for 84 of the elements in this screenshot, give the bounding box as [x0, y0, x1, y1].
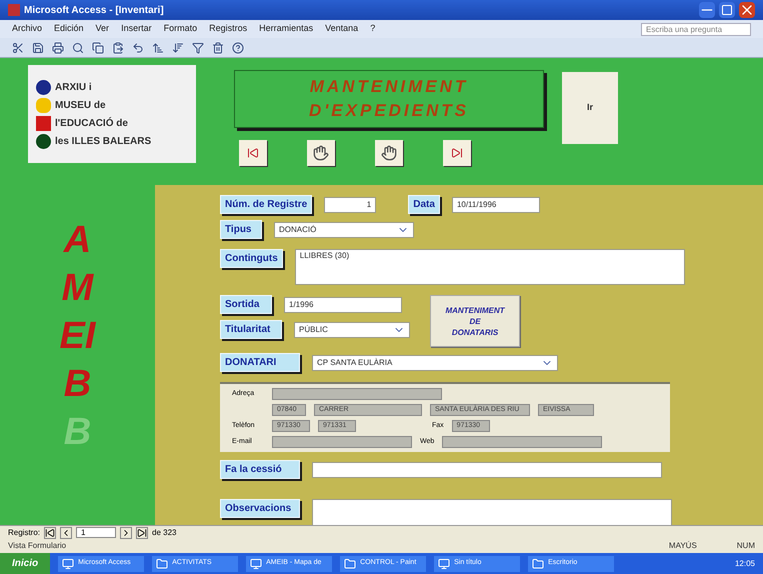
last-record-icon[interactable]	[136, 526, 148, 538]
save-icon[interactable]	[32, 42, 44, 54]
menu-item[interactable]: Edición	[54, 22, 84, 36]
last-record-icon	[451, 147, 463, 159]
next-record-icon[interactable]	[120, 526, 132, 538]
close-icon[interactable]	[739, 2, 755, 18]
field-label: Núm. de Registre	[220, 195, 312, 214]
contents-field[interactable]: LLIBRES (30)	[294, 249, 685, 285]
window-icon	[438, 558, 450, 570]
search-icon[interactable]	[72, 42, 84, 54]
logo-text: l'EDUCACIÓ de	[55, 116, 128, 130]
type-dropdown[interactable]: DONACIÓ	[274, 222, 414, 238]
menu-item[interactable]: ?	[370, 22, 376, 36]
record-nav-button[interactable]	[239, 140, 267, 166]
logo-text: MUSEU de	[55, 98, 106, 112]
filter-icon[interactable]	[192, 42, 204, 54]
field-label: Sortida	[220, 295, 272, 314]
form-title: MANTENIMENT	[310, 76, 468, 98]
recipient-dropdown[interactable]: CP SANTA EULÀRIA	[312, 354, 558, 370]
logo-text: ARXIU i	[55, 80, 92, 94]
menu-item[interactable]: Herramientas	[259, 22, 314, 36]
status-indicator: MAYÚS	[668, 540, 697, 552]
record-total: de 323	[152, 526, 176, 538]
sort-descending-icon[interactable]	[172, 42, 184, 54]
menu-item[interactable]: Formato	[164, 22, 198, 36]
window-icon	[62, 558, 74, 570]
status-indicator: NUM	[736, 540, 755, 552]
status-text: Vista Formulario	[8, 540, 68, 552]
help-search-field[interactable]: Escriba una pregunta	[641, 22, 751, 36]
minimize-icon[interactable]	[699, 2, 715, 18]
help-icon[interactable]	[232, 42, 244, 54]
record-number-field[interactable]: 1	[76, 527, 116, 538]
recipients-button[interactable]: MANTENIMENT DE DONATARIS	[430, 295, 520, 347]
menu-item[interactable]: Archivo	[12, 22, 42, 36]
window-icon	[250, 558, 262, 570]
window-title: Microsoft Access - [Inventari]	[24, 4, 165, 18]
undo-icon[interactable]	[132, 42, 144, 54]
side-letter: B	[64, 364, 92, 404]
maximize-icon[interactable]	[719, 2, 735, 18]
field-label: Tipus	[220, 220, 262, 239]
clock: 12:05	[734, 558, 755, 570]
ownership-dropdown[interactable]: PÚBLIC	[294, 322, 410, 338]
folder-icon	[532, 558, 544, 570]
field-label: Continguts	[220, 249, 283, 268]
field-label: Observacions	[220, 499, 300, 518]
record-label: Registro:	[8, 526, 40, 538]
record-nav-button[interactable]	[375, 140, 403, 166]
field-label: Fa la cessió	[220, 460, 300, 479]
field-label: DONATARI	[220, 353, 300, 372]
transfer-field[interactable]	[312, 462, 662, 478]
record-nav-button[interactable]	[443, 140, 471, 166]
hand-right-icon	[381, 145, 397, 161]
previous-record-icon[interactable]	[60, 526, 72, 538]
notes-field[interactable]	[312, 499, 672, 527]
side-letter: B	[64, 412, 92, 452]
logo-text: les ILLES BALEARS	[55, 134, 152, 148]
record-nav-button[interactable]	[307, 140, 335, 166]
side-letter: EI	[60, 316, 96, 356]
menu-item[interactable]: Ver	[96, 22, 110, 36]
copy-icon[interactable]	[92, 42, 104, 54]
go-button[interactable]: Ir	[562, 72, 618, 144]
menu-item[interactable]: Registros	[209, 22, 248, 36]
first-record-icon[interactable]	[44, 526, 56, 538]
output-field[interactable]: 1/1996	[284, 296, 402, 312]
start-button[interactable]: Inicio	[0, 553, 50, 574]
scissors-icon[interactable]	[12, 42, 24, 54]
field-label: Data	[408, 195, 440, 214]
app-icon	[8, 4, 20, 16]
form-title: D'EXPEDIENTS	[308, 100, 469, 122]
menu-item[interactable]: Ventana	[325, 22, 358, 36]
first-record-icon	[247, 147, 259, 159]
field-label: Titularitat	[220, 320, 282, 339]
folder-icon	[156, 558, 168, 570]
folder-icon	[344, 558, 356, 570]
record-number-field[interactable]: 1	[324, 196, 376, 212]
trash-icon[interactable]	[212, 42, 224, 54]
date-field[interactable]: 10/11/1996	[452, 196, 540, 212]
side-letter: M	[62, 268, 94, 308]
hand-left-icon	[313, 145, 329, 161]
paste-icon[interactable]	[112, 42, 124, 54]
printer-icon[interactable]	[52, 42, 64, 54]
menu-item[interactable]: Insertar	[121, 22, 152, 36]
sort-ascending-icon[interactable]	[152, 42, 164, 54]
side-letter: A	[64, 220, 92, 260]
